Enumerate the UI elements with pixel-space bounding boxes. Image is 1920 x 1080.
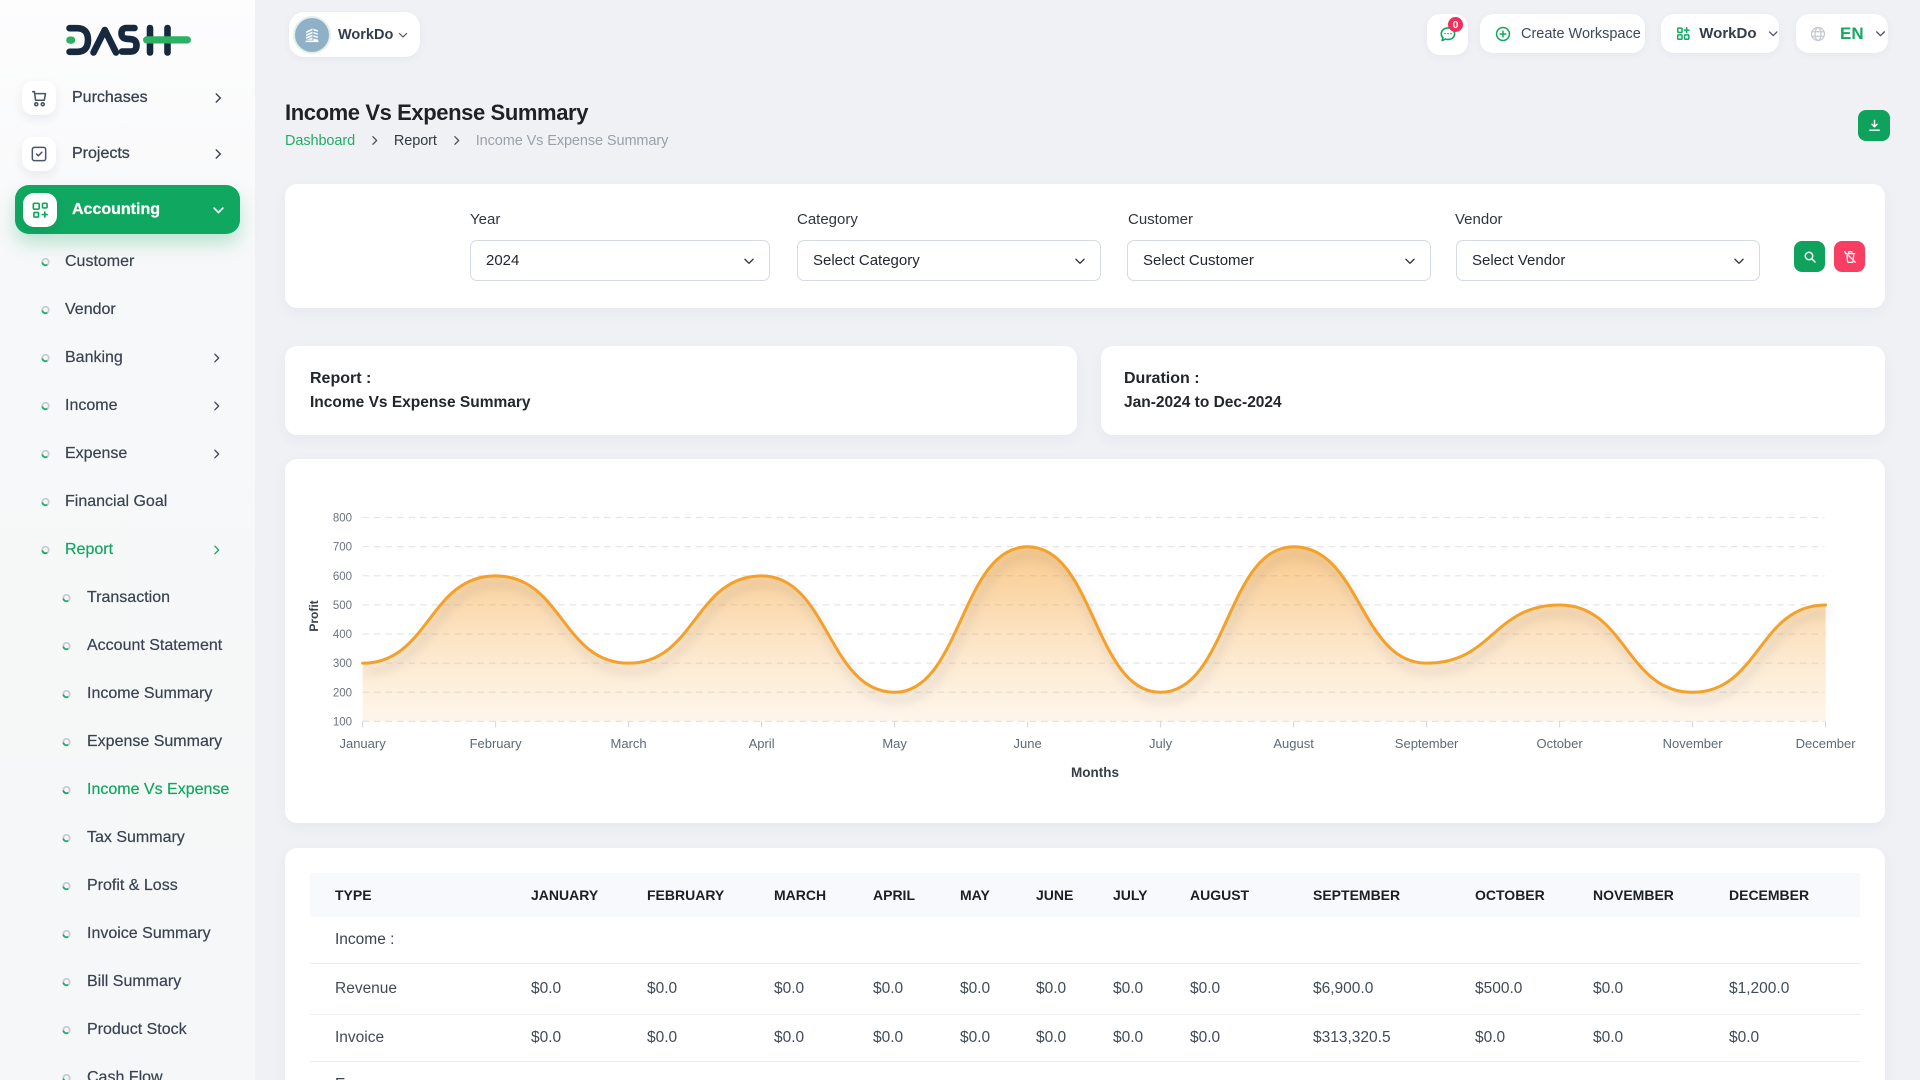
svg-text:May: May bbox=[882, 736, 907, 751]
svg-text:Months: Months bbox=[1071, 765, 1119, 780]
svg-text:Profit: Profit bbox=[307, 600, 321, 631]
svg-text:200: 200 bbox=[333, 687, 352, 699]
svg-text:July: July bbox=[1149, 736, 1173, 751]
svg-text:800: 800 bbox=[333, 513, 352, 525]
svg-text:700: 700 bbox=[333, 542, 352, 554]
svg-text:500: 500 bbox=[333, 600, 352, 612]
svg-text:300: 300 bbox=[333, 658, 352, 670]
svg-text:September: September bbox=[1395, 736, 1459, 751]
svg-text:400: 400 bbox=[333, 629, 352, 641]
svg-text:March: March bbox=[611, 736, 647, 751]
svg-text:December: December bbox=[1796, 736, 1857, 751]
svg-text:October: October bbox=[1536, 736, 1583, 751]
svg-text:600: 600 bbox=[333, 571, 352, 583]
svg-text:February: February bbox=[470, 736, 523, 751]
svg-text:August: August bbox=[1273, 736, 1314, 751]
svg-text:November: November bbox=[1663, 736, 1724, 751]
svg-text:April: April bbox=[749, 736, 775, 751]
svg-text:100: 100 bbox=[333, 716, 352, 728]
svg-text:January: January bbox=[339, 736, 386, 751]
svg-text:June: June bbox=[1013, 736, 1041, 751]
